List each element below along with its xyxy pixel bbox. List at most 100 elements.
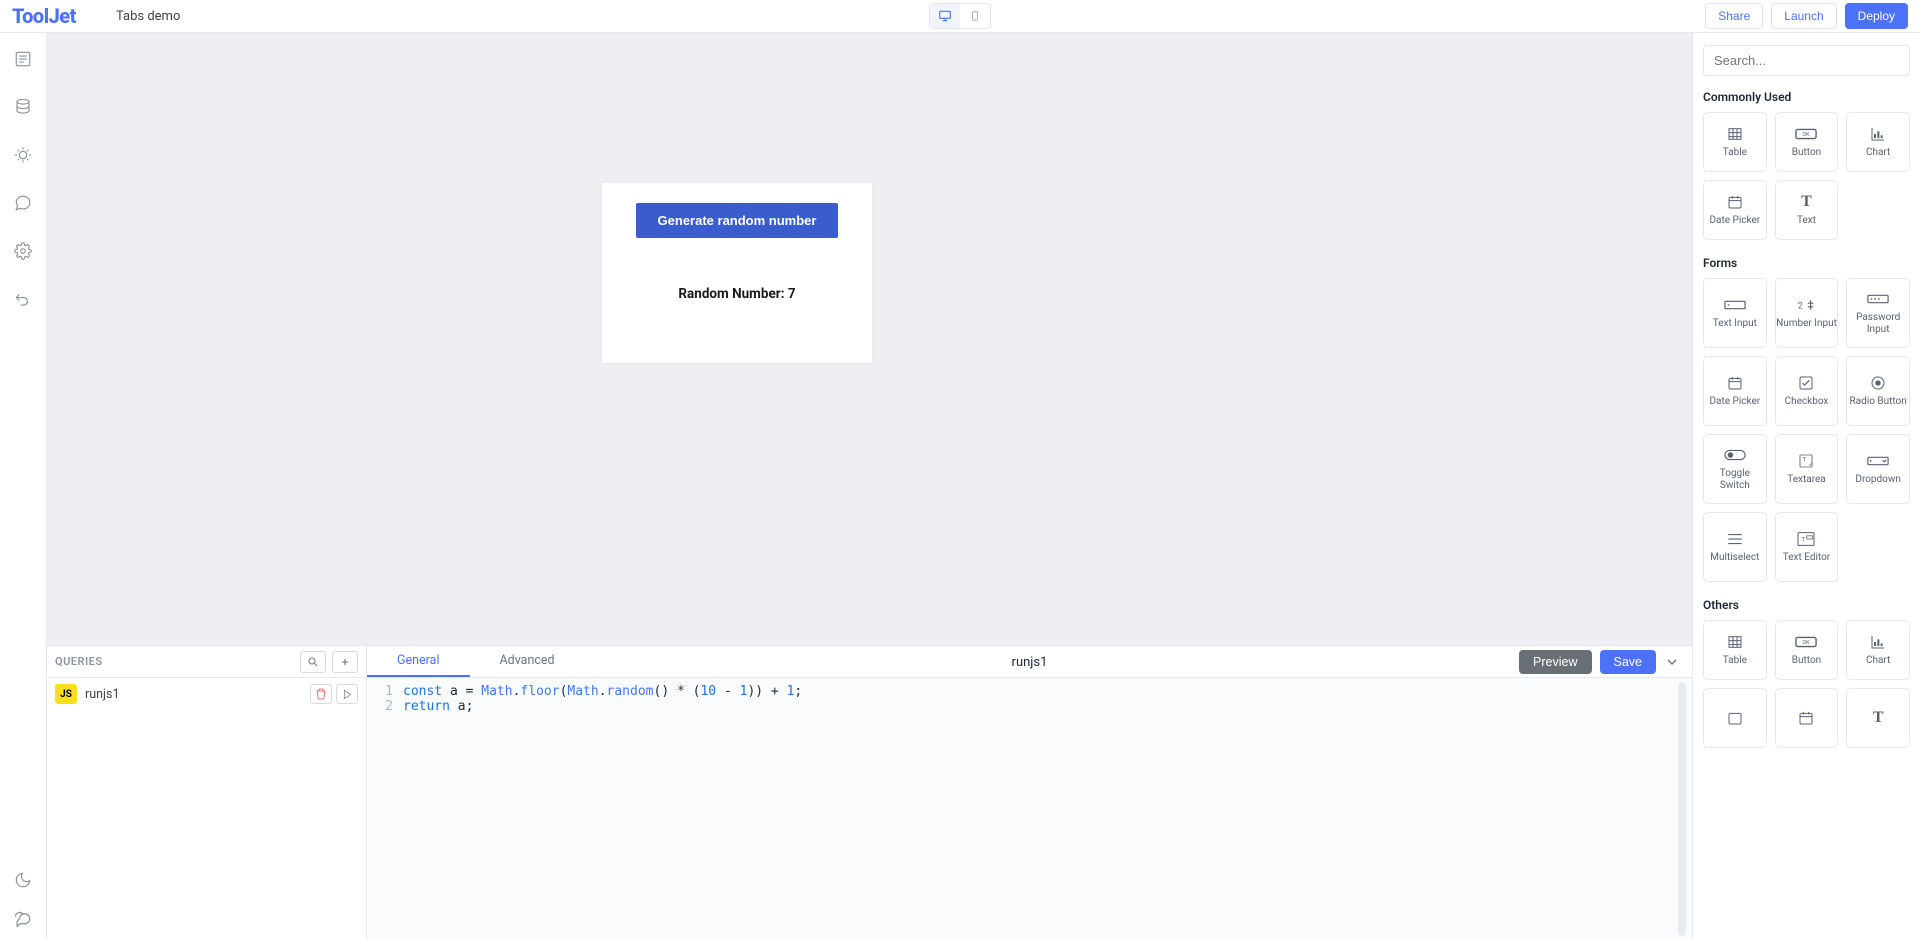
tab-general[interactable]: General — [367, 646, 470, 677]
monitor-icon — [938, 9, 952, 23]
inspect-icon[interactable] — [13, 49, 33, 69]
component-text[interactable]: TText — [1775, 180, 1839, 240]
queries-title: QUERIES — [55, 655, 103, 668]
query-row[interactable]: JS runjs1 — [47, 678, 366, 710]
text-icon: T — [1867, 709, 1889, 727]
queries-list: QUERIES + JS runjs1 — [47, 646, 367, 940]
plus-icon: + — [342, 655, 349, 669]
query-name-input[interactable]: runjs1 — [1012, 646, 1048, 678]
code-line-2: return a; — [403, 699, 473, 714]
component-text-input[interactable]: Text Input — [1703, 278, 1767, 348]
component-text-editor[interactable]: TText Editor — [1775, 512, 1839, 582]
components-panel: Commonly Used Table OKButton Chart Date … — [1692, 33, 1920, 940]
random-number-label: Random Number: — [678, 286, 787, 302]
undo-icon[interactable] — [13, 289, 33, 309]
queries-panel: QUERIES + JS runjs1 Gene — [47, 645, 1692, 940]
multiselect-icon — [1724, 530, 1746, 548]
dropdown-icon — [1867, 452, 1889, 470]
component-password-input[interactable]: Password Input — [1846, 278, 1910, 348]
chevron-down-icon — [1664, 654, 1680, 670]
header-actions: Share Launch Deploy — [1705, 3, 1908, 29]
mobile-device-button[interactable] — [960, 4, 990, 28]
random-number-text: Random Number: 7 — [678, 286, 795, 302]
component-button-2[interactable]: OKButton — [1775, 620, 1839, 680]
run-query-button[interactable] — [336, 684, 358, 704]
settings-icon[interactable] — [13, 241, 33, 261]
deploy-button[interactable]: Deploy — [1845, 3, 1908, 29]
mobile-icon — [970, 9, 980, 23]
component-radio-button[interactable]: Radio Button — [1846, 356, 1910, 426]
save-button[interactable]: Save — [1600, 650, 1657, 674]
left-rail — [0, 33, 47, 940]
component-button[interactable]: OKButton — [1775, 112, 1839, 172]
section-commonly-used: Commonly Used — [1703, 90, 1910, 104]
add-query-button[interactable]: + — [332, 651, 358, 673]
device-switcher — [929, 3, 991, 29]
component-date-picker[interactable]: Date Picker — [1703, 180, 1767, 240]
calendar-icon — [1724, 374, 1746, 392]
chart-icon — [1867, 633, 1889, 651]
canvas[interactable]: Generate random number Random Number: 7 — [47, 33, 1692, 645]
launch-button[interactable]: Launch — [1771, 3, 1836, 29]
component-extra-2[interactable] — [1775, 688, 1839, 748]
component-table[interactable]: Table — [1703, 112, 1767, 172]
line-number: 1 — [367, 684, 403, 699]
container-widget[interactable]: Generate random number Random Number: 7 — [602, 183, 872, 363]
text-editor-icon: T — [1795, 530, 1817, 548]
delete-query-button[interactable] — [310, 684, 332, 704]
svg-text:T: T — [1802, 535, 1806, 543]
section-others: Others — [1703, 598, 1910, 612]
toggle-icon — [1724, 446, 1746, 464]
dark-mode-toggle[interactable] — [13, 870, 33, 890]
svg-text:T: T — [1803, 457, 1807, 464]
datasources-icon[interactable] — [13, 97, 33, 117]
search-icon — [307, 656, 319, 668]
calendar-icon — [1724, 193, 1746, 211]
desktop-device-button[interactable] — [930, 4, 960, 28]
component-table-2[interactable]: Table — [1703, 620, 1767, 680]
component-number-input[interactable]: 2Number Input — [1775, 278, 1839, 348]
tooljet-logo: ToolJet — [12, 4, 76, 28]
line-number: 2 — [367, 699, 403, 714]
query-editor: General Advanced runjs1 Preview Save 1co… — [367, 646, 1692, 940]
button-icon: OK — [1795, 125, 1817, 143]
chat-icon[interactable] — [13, 910, 33, 930]
component-date-picker-2[interactable]: Date Picker — [1703, 356, 1767, 426]
play-icon — [342, 689, 353, 700]
text-icon: T — [1795, 193, 1817, 211]
app-name: Tabs demo — [116, 9, 180, 24]
component-textarea[interactable]: TTextarea — [1775, 434, 1839, 504]
tab-advanced[interactable]: Advanced — [470, 646, 585, 677]
trash-icon — [315, 688, 327, 700]
generate-button[interactable]: Generate random number — [636, 203, 839, 238]
code-editor[interactable]: 1const a = Math.floor(Math.random() * (1… — [367, 678, 1692, 940]
component-multiselect[interactable]: Multiselect — [1703, 512, 1767, 582]
calendar-icon — [1724, 709, 1746, 727]
component-toggle-switch[interactable]: Toggle Switch — [1703, 434, 1767, 504]
component-dropdown[interactable]: Dropdown — [1846, 434, 1910, 504]
code-scrollbar[interactable] — [1678, 682, 1686, 936]
component-chart[interactable]: Chart — [1846, 112, 1910, 172]
comments-icon[interactable] — [13, 193, 33, 213]
svg-text:2: 2 — [1798, 302, 1803, 312]
radio-icon — [1867, 374, 1889, 392]
collapse-editor-button[interactable] — [1664, 654, 1680, 670]
section-forms: Forms — [1703, 256, 1910, 270]
component-chart-2[interactable]: Chart — [1846, 620, 1910, 680]
component-extra-3[interactable]: T — [1846, 688, 1910, 748]
checkbox-icon — [1795, 374, 1817, 392]
code-line-1: const a = Math.floor(Math.random() * (10… — [403, 684, 802, 699]
component-checkbox[interactable]: Checkbox — [1775, 356, 1839, 426]
text-input-icon — [1724, 296, 1746, 314]
component-search-input[interactable] — [1703, 45, 1910, 76]
button-icon: OK — [1795, 633, 1817, 651]
debug-icon[interactable] — [13, 145, 33, 165]
chart-icon — [1867, 125, 1889, 143]
number-input-icon: 2 — [1795, 296, 1817, 314]
share-button[interactable]: Share — [1705, 3, 1763, 29]
preview-button[interactable]: Preview — [1519, 650, 1591, 674]
search-queries-button[interactable] — [300, 651, 326, 673]
table-icon — [1724, 125, 1746, 143]
component-extra-1[interactable] — [1703, 688, 1767, 748]
canvas-area: Generate random number Random Number: 7 … — [47, 33, 1692, 940]
